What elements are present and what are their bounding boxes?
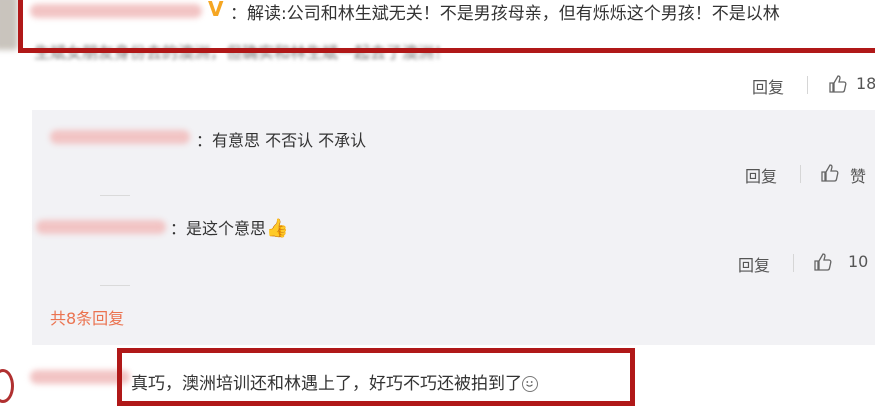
thumbs-up-emoji-icon: 👍	[266, 218, 289, 239]
reply-text: ：是这个意思👍	[170, 215, 288, 239]
like-count: 10	[848, 252, 869, 271]
reply-text: ：有意思 不否认 不承认	[196, 131, 367, 150]
like-label[interactable]: 赞	[850, 163, 866, 187]
comment-text-content: 真巧，澳洲培训还和林遇上了，好巧不巧还被拍到了	[131, 374, 522, 394]
divider	[100, 195, 130, 196]
divider	[100, 285, 130, 286]
reply-button[interactable]: 回复	[738, 252, 770, 276]
reply-username-blurred[interactable]	[50, 130, 190, 144]
like-count: 18	[856, 74, 875, 93]
reply-username-blurred[interactable]	[36, 220, 166, 234]
divider	[800, 165, 801, 183]
avatar[interactable]	[0, 369, 14, 403]
divider	[793, 254, 794, 272]
username-blurred[interactable]	[30, 370, 130, 384]
reply-button[interactable]: 回复	[752, 74, 784, 98]
comment-text: 真巧，澳洲培训还和林遇上了，好巧不巧还被拍到了	[131, 369, 538, 394]
thumbs-up-icon[interactable]	[813, 252, 833, 272]
reply-button[interactable]: 回复	[745, 163, 777, 187]
highlight-box	[18, 0, 875, 53]
reply-text-content: ：是这个意思	[170, 219, 267, 238]
avatar[interactable]	[0, 0, 18, 50]
more-replies-link[interactable]: 共8条回复	[50, 305, 124, 329]
smile-emoji-icon	[522, 376, 538, 392]
thumbs-up-icon[interactable]	[828, 74, 848, 94]
thumbs-up-icon[interactable]	[820, 163, 840, 183]
divider	[807, 76, 808, 94]
